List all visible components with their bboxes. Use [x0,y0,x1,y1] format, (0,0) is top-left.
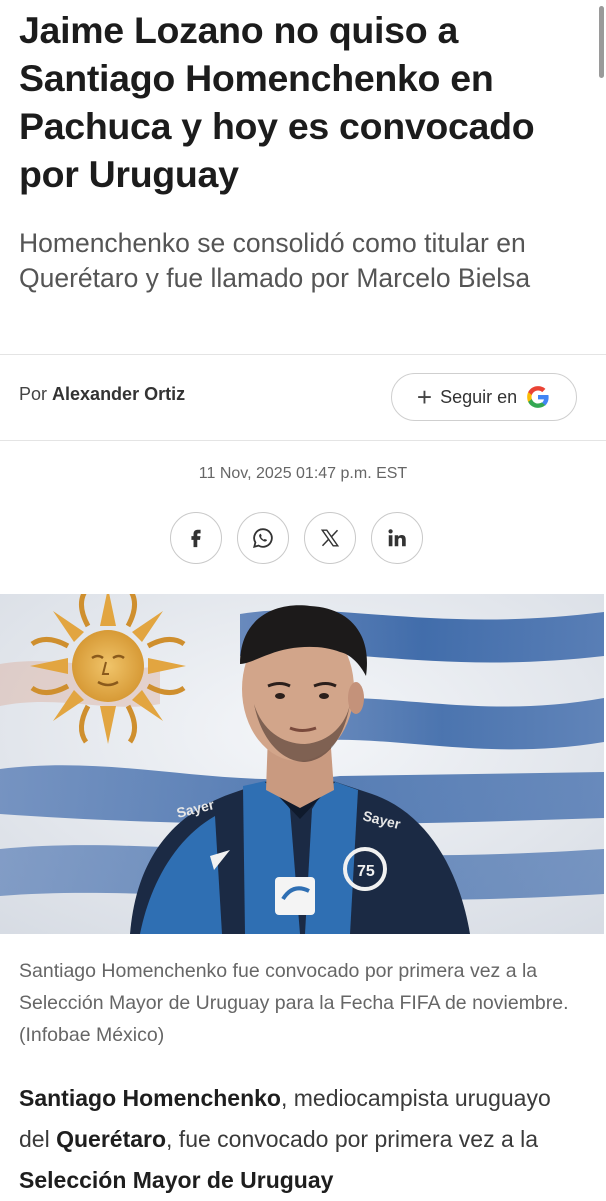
follow-on-google-button[interactable]: + Seguir en [391,373,577,421]
article-body-paragraph: Santiago Homenchenko, mediocampista urug… [19,1078,584,1201]
player-name-link[interactable]: Santiago Homenchenko [19,1085,281,1111]
share-x-button[interactable] [304,512,356,564]
facebook-icon [191,529,201,548]
follow-label: Seguir en [440,386,518,407]
player-with-uruguay-flag-image: Sayer Sayer 75 [0,594,604,934]
article-headline: Jaime Lozano no quiso a Santiago Homench… [19,9,535,195]
publish-date: 11 Nov, 2025 01:47 p.m. EST [198,465,408,482]
body-text-segment: , fue convocado por primera vez a la [166,1126,539,1152]
share-linkedin-button[interactable] [371,512,423,564]
club-name-link[interactable]: Querétaro [56,1126,166,1152]
share-whatsapp-button[interactable] [237,512,289,564]
svg-text:75: 75 [357,863,375,880]
x-icon [320,529,340,547]
national-team-link[interactable]: Selección Mayor de Uruguay [19,1167,333,1193]
image-caption: Santiago Homenchenko fue convocado por p… [19,960,569,1046]
share-facebook-button[interactable] [170,512,222,564]
scrollbar[interactable] [599,6,604,78]
article-subheadline: Homenchenko se consolidó como titular en… [19,228,531,293]
byline: Por Alexander Ortiz [19,384,185,405]
linkedin-icon [388,529,406,547]
divider [0,440,606,441]
share-bar [170,512,423,564]
plus-icon: + [416,382,433,412]
article-photo: Sayer Sayer 75 [0,594,604,934]
whatsapp-icon [253,528,273,548]
byline-prefix: Por [19,384,48,404]
author-link[interactable]: Alexander Ortiz [52,384,185,404]
divider [0,354,606,355]
google-logo-icon [527,386,549,408]
